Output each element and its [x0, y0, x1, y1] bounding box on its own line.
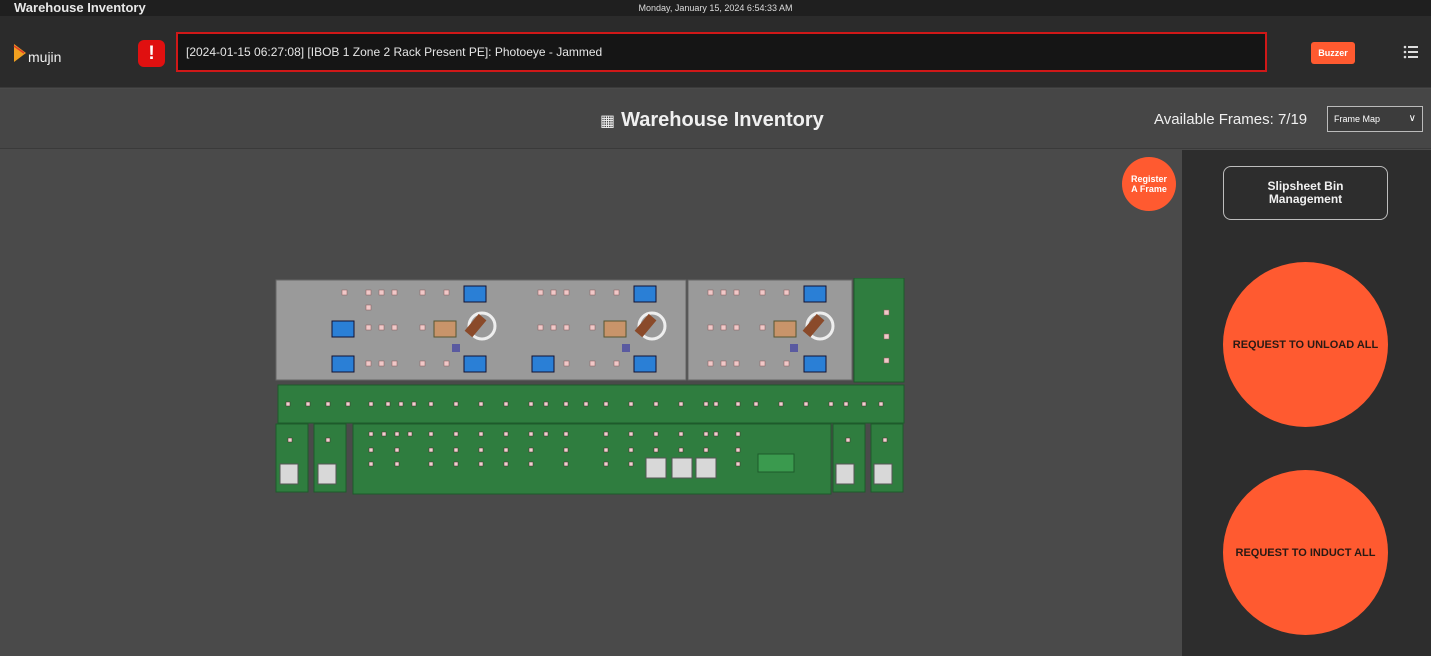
alert-icon[interactable]: !: [138, 40, 165, 67]
request-induct-all-button[interactable]: REQUEST TO INDUCT ALL: [1223, 470, 1388, 635]
clock: Monday, January 15, 2024 6:54:33 AM: [638, 3, 793, 13]
frame-empty: [279, 463, 299, 485]
list-menu-icon[interactable]: [1402, 44, 1420, 60]
view-select[interactable]: Frame Map ∨: [1327, 106, 1423, 132]
logo-text: mujin: [28, 49, 61, 65]
page-title-text: Warehouse Inventory: [621, 109, 824, 131]
alarm-message[interactable]: [2024-01-15 06:27:08] [IBOB 1 Zone 2 Rac…: [176, 32, 1267, 72]
title-row: ▦ Warehouse Inventory Available Frames: 7…: [0, 89, 1431, 149]
chevron-down-icon: ∨: [1408, 113, 1416, 124]
frame-empty: [645, 457, 667, 479]
slipsheet-bin-management-button[interactable]: Slipsheet Bin Management: [1223, 166, 1388, 220]
frame-tan: [433, 320, 457, 338]
frame-blue: [633, 355, 657, 373]
page-title: ▦ Warehouse Inventory: [600, 109, 824, 132]
window-titlebar: Warehouse Inventory Monday, January 15, …: [0, 0, 1431, 16]
frame-empty: [695, 457, 717, 479]
view-select-value: Frame Map: [1334, 114, 1381, 124]
frame-empty: [835, 463, 855, 485]
frame-blue: [331, 355, 355, 373]
mujin-logo: mujin: [13, 44, 61, 65]
register-frame-button[interactable]: Register A Frame: [1122, 157, 1176, 211]
frame-blue: [803, 285, 827, 303]
header-bar: mujin ! [2024-01-15 06:27:08] [IBOB 1 Zo…: [0, 16, 1431, 88]
slipsheet-line-2: Management: [1268, 192, 1343, 206]
warehouse-map[interactable]: [274, 278, 906, 496]
slipsheet-bin: [757, 453, 795, 473]
map-canvas[interactable]: [0, 150, 1182, 656]
slipsheet-line-1: Slipsheet Bin: [1267, 179, 1344, 193]
right-panel: Slipsheet Bin Management REQUEST TO UNLOA…: [1182, 150, 1431, 656]
frame-blue: [531, 355, 555, 373]
frame-blue: [803, 355, 827, 373]
available-frames: Available Frames: 7/19: [1154, 111, 1308, 128]
request-unload-all-button[interactable]: REQUEST TO UNLOAD ALL: [1223, 262, 1388, 427]
register-line-2: A Frame: [1131, 184, 1167, 194]
frame-blue: [463, 285, 487, 303]
frame-blue: [331, 320, 355, 338]
frame-blue: [463, 355, 487, 373]
frame-empty: [317, 463, 337, 485]
frame-empty: [873, 463, 893, 485]
register-line-1: Register: [1130, 174, 1167, 184]
boxes-icon: ▦: [600, 113, 616, 130]
side-conveyor-right: [853, 278, 905, 383]
buzzer-button[interactable]: Buzzer: [1311, 42, 1355, 64]
frame-tan: [603, 320, 627, 338]
frame-blue: [633, 285, 657, 303]
frame-tan: [773, 320, 797, 338]
frame-empty: [671, 457, 693, 479]
